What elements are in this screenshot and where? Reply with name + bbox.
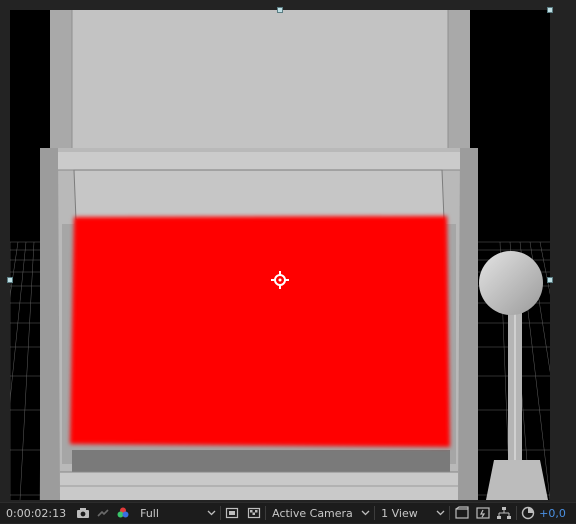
chevron-down-icon xyxy=(207,510,216,516)
transparency-grid-icon[interactable] xyxy=(247,503,261,524)
region-icon[interactable] xyxy=(225,503,239,524)
channel-icon[interactable] xyxy=(96,503,110,524)
chevron-down-icon xyxy=(436,510,445,516)
handle-middle-right[interactable] xyxy=(547,277,553,283)
draft-3d-icon[interactable] xyxy=(475,503,491,524)
view-layout-value: 1 View xyxy=(381,506,418,520)
camera-icon[interactable] xyxy=(76,503,90,524)
current-time[interactable]: 0:00:02:13 xyxy=(6,507,66,520)
composition-viewer[interactable] xyxy=(0,0,576,502)
fast-preview-icon[interactable] xyxy=(454,503,470,524)
reset-exposure-icon[interactable] xyxy=(521,503,535,524)
view-layout-dropdown[interactable]: 1 View xyxy=(379,503,445,524)
color-icon[interactable] xyxy=(116,503,130,524)
viewer-toolbar: 0:00:02:13 Full Active Camera 1 View +0,… xyxy=(0,502,576,523)
cabinet-top xyxy=(50,10,470,150)
camera-value: Active Camera xyxy=(272,506,353,520)
red-solid-layer xyxy=(70,216,450,447)
composition-canvas[interactable] xyxy=(10,10,550,500)
lever-knob xyxy=(479,251,543,315)
resolution-dropdown[interactable]: Full xyxy=(136,503,216,524)
exposure-value[interactable]: +0,0 xyxy=(539,507,566,520)
3d-scene xyxy=(10,10,550,500)
flowchart-icon[interactable] xyxy=(496,503,512,524)
handle-top-right[interactable] xyxy=(547,7,553,13)
chevron-down-icon xyxy=(361,510,370,516)
handle-middle-left[interactable] xyxy=(7,277,13,283)
resolution-value: Full xyxy=(140,506,159,520)
handle-top-center[interactable] xyxy=(277,7,283,13)
camera-dropdown[interactable]: Active Camera xyxy=(270,503,370,524)
